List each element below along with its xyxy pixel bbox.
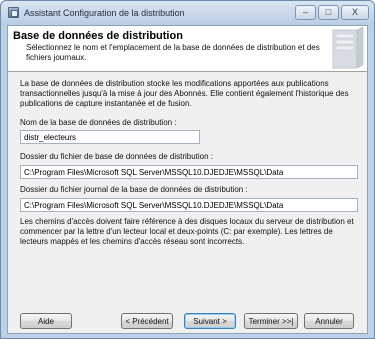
finish-button[interactable]: Terminer >>|: [244, 313, 298, 329]
database-server-icon: [332, 26, 364, 69]
data-folder-label: Dossier du fichier de base de données de…: [20, 152, 214, 161]
window-controls: – □ X: [295, 5, 369, 21]
maximize-button[interactable]: □: [318, 5, 339, 20]
wizard-app-icon: [8, 7, 19, 18]
log-folder-field[interactable]: C:\Program Files\Microsoft SQL Server\MS…: [20, 198, 358, 212]
title-bar[interactable]: Assistant Configuration de la distributi…: [1, 1, 374, 25]
page-subtitle: Sélectionnez le nom et l'emplacement de …: [26, 43, 320, 62]
page-title: Base de données de distribution: [13, 30, 183, 42]
next-button[interactable]: Suivant >: [184, 313, 236, 329]
db-name-label: Nom de la base de données de distributio…: [20, 118, 177, 127]
minimize-button[interactable]: –: [295, 5, 316, 20]
window-title: Assistant Configuration de la distributi…: [24, 8, 185, 18]
wizard-page: Base de données de distribution Sélectio…: [7, 25, 368, 334]
intro-text: La base de données de distribution stock…: [20, 79, 349, 108]
close-button[interactable]: X: [341, 5, 369, 20]
page-header: Base de données de distribution Sélectio…: [8, 26, 367, 72]
data-folder-field[interactable]: C:\Program Files\Microsoft SQL Server\MS…: [20, 165, 358, 179]
log-folder-label: Dossier du fichier journal de la base de…: [20, 185, 248, 194]
back-button[interactable]: < Précédent: [121, 313, 173, 329]
wizard-window: Assistant Configuration de la distributi…: [0, 0, 375, 339]
db-name-field[interactable]: distr_electeurs: [20, 130, 200, 144]
help-button[interactable]: Aide: [20, 313, 72, 329]
path-note: Les chemins d'accès doivent faire référe…: [20, 217, 354, 246]
cancel-button[interactable]: Annuler: [304, 313, 354, 329]
